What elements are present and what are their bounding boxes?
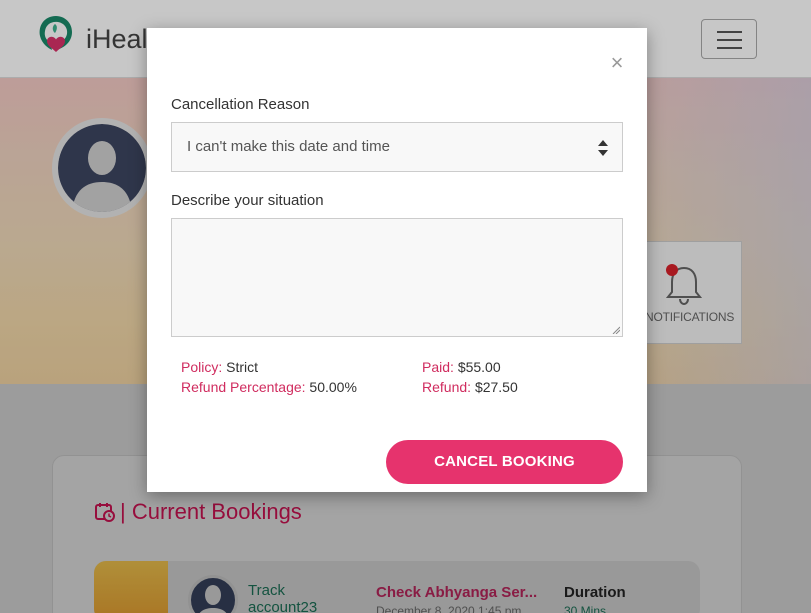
policy-info: Policy: Strict xyxy=(181,359,258,375)
paid-key: Paid: xyxy=(422,359,454,375)
refund-value: $27.50 xyxy=(474,379,518,395)
close-button[interactable]: × xyxy=(606,52,628,74)
refund-key: Refund: xyxy=(422,379,472,395)
refund-info: Refund: $27.50 xyxy=(422,379,518,395)
cancel-booking-button[interactable]: CANCEL BOOKING xyxy=(386,440,623,484)
paid-value: $55.00 xyxy=(457,359,501,375)
refund-percentage-value: 50.00% xyxy=(309,379,357,395)
paid-info: Paid: $55.00 xyxy=(422,359,501,375)
cancellation-reason-value: I can't make this date and time xyxy=(187,138,390,155)
resize-grip-icon[interactable] xyxy=(612,326,620,334)
describe-situation-label: Describe your situation xyxy=(171,192,324,209)
describe-situation-textarea[interactable] xyxy=(171,218,623,337)
refund-percentage-key: Refund Percentage: xyxy=(181,379,306,395)
cancellation-reason-select[interactable]: I can't make this date and time xyxy=(171,122,623,172)
cancellation-reason-label: Cancellation Reason xyxy=(171,96,310,113)
refund-percentage-info: Refund Percentage: 50.00% xyxy=(181,379,357,395)
cancel-booking-modal: × Cancellation Reason I can't make this … xyxy=(147,28,647,492)
policy-key: Policy: xyxy=(181,359,223,375)
policy-value: Strict xyxy=(226,359,259,375)
select-updown-icon xyxy=(598,140,608,156)
